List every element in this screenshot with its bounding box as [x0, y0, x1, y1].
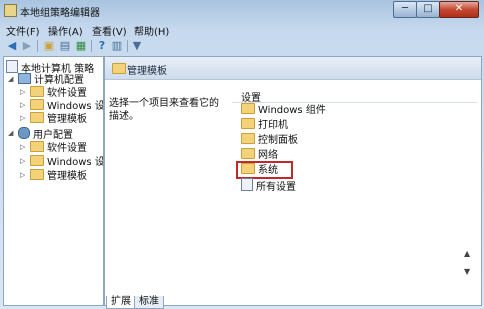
toolbar-separator	[91, 40, 92, 52]
list-item[interactable]: 控制面板	[241, 133, 298, 147]
tree-item-label: Windows 设	[47, 157, 104, 168]
view-tabs: 扩展 标准	[104, 296, 224, 309]
user-icon	[18, 127, 30, 139]
collapse-arrow-icon[interactable]: ▷	[20, 99, 25, 112]
toolbar: ◀ ▶ ▣ ▤ ▦ ? ▥ ▼	[0, 37, 484, 55]
forward-icon[interactable]: ▶	[20, 39, 34, 53]
tree-item-windows-settings[interactable]: ▷ Windows 设	[20, 155, 104, 168]
tree-item-label: 软件设置	[47, 88, 87, 99]
help-icon[interactable]: ?	[95, 39, 109, 53]
show-tree-icon[interactable]: ▤	[58, 39, 72, 53]
tree-root[interactable]: 本地计算机 策略	[6, 60, 94, 75]
tree-user-label: 用户配置	[33, 130, 73, 141]
tree-item-label: 管理模板	[47, 171, 87, 182]
tree-item-admin-templates[interactable]: ▷ 管理模板	[20, 169, 87, 182]
policy-icon	[6, 60, 18, 73]
scroll-arrows: ▲ ▼	[463, 249, 475, 279]
tab-extended[interactable]: 扩展	[106, 296, 136, 309]
list-item-label: 网络	[258, 150, 278, 161]
tree-item-label: 管理模板	[47, 114, 87, 125]
tree-item-label: 软件设置	[47, 143, 87, 154]
list-item[interactable]: 所有设置	[241, 178, 296, 193]
back-icon[interactable]: ◀	[5, 39, 19, 53]
properties-icon[interactable]: ▥	[110, 39, 124, 53]
column-header-settings[interactable]: 设置	[232, 86, 477, 104]
collapse-arrow-icon[interactable]: ▷	[20, 155, 25, 168]
collapse-arrow-icon[interactable]: ▷	[20, 141, 25, 154]
tree-computer-label: 计算机配置	[34, 75, 84, 86]
expand-arrow-icon[interactable]: ◢	[8, 73, 13, 86]
title-bar: 本地组策略编辑器 ─ □ ✕	[0, 0, 484, 20]
tab-standard[interactable]: 标准	[134, 296, 164, 309]
details-title: 管理模板	[127, 66, 167, 77]
tree-computer-config[interactable]: ◢ 计算机配置	[8, 73, 84, 86]
toolbar-separator	[127, 40, 128, 52]
filter-icon[interactable]: ▼	[130, 39, 144, 53]
tree-item-windows-settings[interactable]: ▷ Windows 设	[20, 99, 104, 112]
toolbar-separator	[37, 40, 38, 52]
tree-item-label: Windows 设	[47, 101, 104, 112]
scroll-down-icon[interactable]: ▼	[464, 267, 470, 276]
menu-help[interactable]: 帮助(H)	[134, 23, 169, 38]
folder-icon	[30, 99, 44, 110]
menu-view[interactable]: 查看(V)	[92, 23, 127, 38]
close-button[interactable]: ✕	[439, 1, 479, 18]
menu-bar: 文件(F) 操作(A) 查看(V) 帮助(H)	[0, 21, 484, 38]
list-item[interactable]: Windows 组件	[241, 103, 326, 117]
details-pane: 管理模板 选择一个项目来查看它的描述。 设置 Windows 组件 打印机 控制…	[104, 56, 482, 306]
folder-icon	[241, 103, 255, 114]
all-settings-icon	[241, 178, 253, 191]
expand-arrow-icon[interactable]: ◢	[8, 127, 13, 140]
list-item-label: 所有设置	[256, 182, 296, 193]
description-text: 选择一个项目来查看它的描述。	[109, 98, 219, 122]
app-icon	[4, 4, 17, 17]
column-header-label: 设置	[241, 93, 261, 104]
list-item[interactable]: 打印机	[241, 118, 288, 132]
menu-file[interactable]: 文件(F)	[6, 23, 40, 38]
collapse-arrow-icon[interactable]: ▷	[20, 86, 25, 99]
folder-icon	[30, 86, 44, 97]
folder-icon	[30, 169, 44, 180]
navigation-tree: 本地计算机 策略 ◢ 计算机配置 ▷ 软件设置 ▷ Windows 设 ▷ 管理…	[3, 56, 104, 306]
computer-icon	[18, 73, 31, 84]
menu-action[interactable]: 操作(A)	[48, 23, 83, 38]
folder-up-icon[interactable]: ▣	[42, 39, 56, 53]
collapse-arrow-icon[interactable]: ▷	[20, 112, 25, 125]
folder-icon	[241, 148, 255, 159]
details-header: 管理模板	[105, 57, 481, 80]
window-title: 本地组策略编辑器	[20, 8, 100, 19]
list-item-label: 打印机	[258, 120, 288, 131]
app-window: 本地组策略编辑器 ─ □ ✕ 文件(F) 操作(A) 查看(V) 帮助(H) ◀…	[0, 0, 484, 309]
folder-icon	[112, 63, 126, 74]
highlight-box	[236, 161, 293, 179]
tree-item-software-settings[interactable]: ▷ 软件设置	[20, 86, 87, 99]
folder-icon	[30, 112, 44, 123]
list-item-label: Windows 组件	[258, 105, 326, 116]
maximize-button[interactable]: □	[416, 1, 440, 18]
export-list-icon[interactable]: ▦	[74, 39, 88, 53]
folder-icon	[241, 118, 255, 129]
tree-item-admin-templates[interactable]: ▷ 管理模板	[20, 112, 87, 125]
folder-icon	[30, 141, 44, 152]
list-item-label: 控制面板	[258, 135, 298, 146]
collapse-arrow-icon[interactable]: ▷	[20, 169, 25, 182]
scroll-up-icon[interactable]: ▲	[464, 249, 470, 258]
list-item[interactable]: 网络	[241, 148, 278, 162]
minimize-button[interactable]: ─	[393, 1, 417, 18]
folder-icon	[241, 133, 255, 144]
tree-user-config[interactable]: ◢ 用户配置	[8, 127, 73, 141]
tree-item-software-settings[interactable]: ▷ 软件设置	[20, 141, 87, 154]
folder-icon	[30, 155, 44, 166]
